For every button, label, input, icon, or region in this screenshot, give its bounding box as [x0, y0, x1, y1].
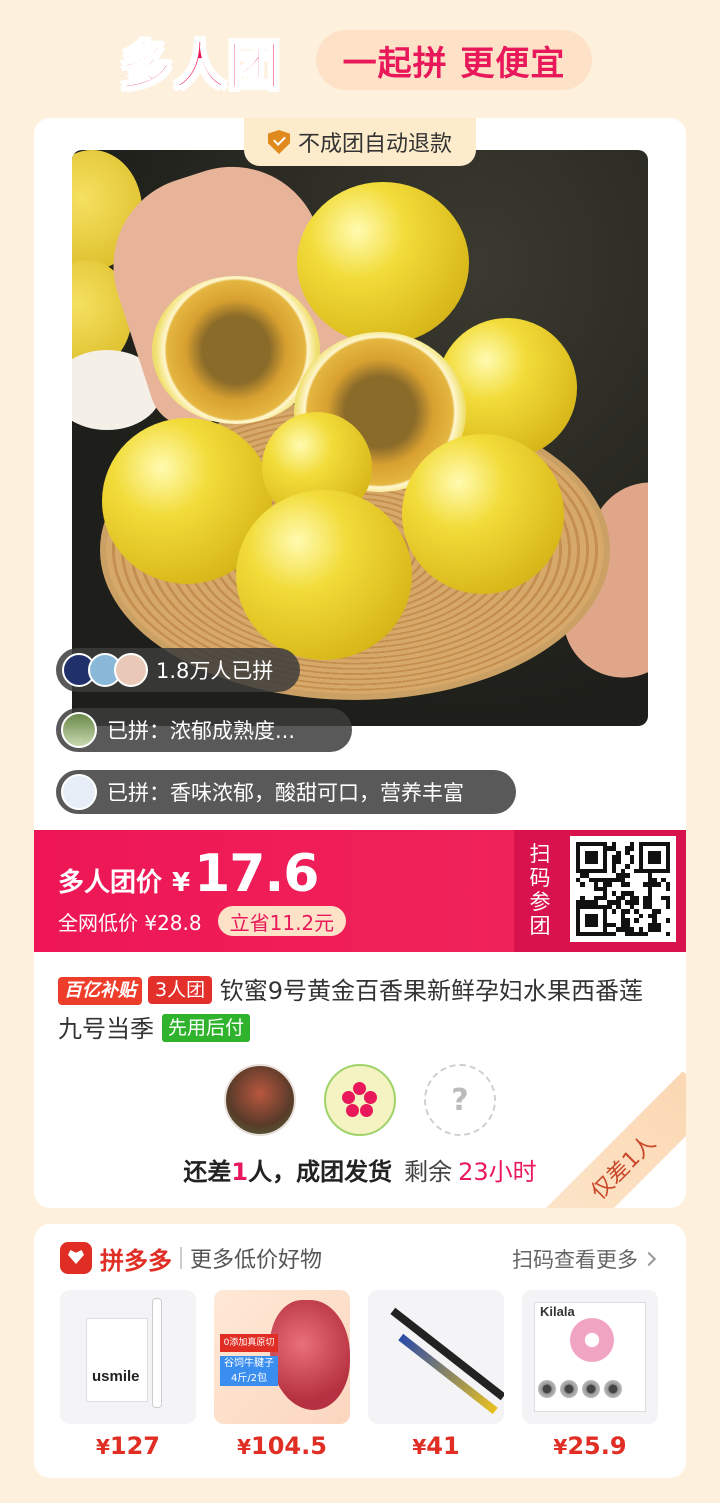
lens-decoration: [570, 1318, 614, 1362]
joined-count-badge: 1.8万人已拼: [56, 648, 300, 692]
avatar: [114, 653, 148, 687]
price-banner: 多人团价 ¥ 17.6 全网低价 ¥28.8 立省11.2元 扫码参团: [34, 830, 686, 952]
shield-check-icon: [267, 130, 290, 154]
passion-fruit: [236, 490, 412, 660]
review-text: 已拼：浓郁成熟度...: [107, 719, 296, 743]
remaining-label: 剩余: [404, 1158, 453, 1186]
avatar: [61, 774, 97, 810]
savings-pill: 立省11.2元: [217, 906, 347, 936]
question-mark-icon: ?: [451, 1082, 469, 1118]
currency-symbol: ¥: [172, 868, 191, 898]
remaining-time: 23小时: [458, 1158, 537, 1186]
pay-later-tag: 先用后付: [162, 1014, 251, 1042]
reference-price: 全网低价 ¥28.8: [58, 910, 202, 935]
scan-label: 扫码参团: [529, 842, 551, 938]
passion-fruit: [297, 182, 469, 344]
lens-decoration: [538, 1380, 556, 1398]
review-badge: 已拼：香味浓郁，酸甜可口，营养丰富: [56, 770, 516, 814]
refund-guarantee-tag: 不成团自动退款: [244, 118, 476, 166]
product-image[interactable]: [72, 150, 648, 726]
qr-code-pattern: [576, 842, 670, 936]
lens-decoration: [560, 1380, 578, 1398]
goods-price: ¥104.5: [237, 1432, 327, 1460]
group-size-tag: 3人团: [148, 976, 213, 1004]
duoren-tuan-logo: 多人团: [119, 36, 283, 98]
goods-item[interactable]: 0添加真原切 谷饲牛腱子 4斤/2包: [214, 1290, 350, 1424]
status-prefix: 还差: [183, 1158, 232, 1186]
subsidy-tag: 百亿补贴: [58, 977, 142, 1005]
scan-more-label: 扫码查看更多: [512, 1248, 638, 1272]
review-text: 已拼：香味浓郁，酸甜可口，营养丰富: [107, 781, 464, 805]
brand-name: 拼多多: [100, 1246, 172, 1275]
product-title-text: 钦蜜9号黄金百香果新鲜孕妇水果西番莲九号当季: [58, 977, 644, 1043]
avatar-stack: [62, 653, 148, 687]
member-avatar: [224, 1064, 296, 1136]
scan-to-join[interactable]: 扫码参团: [514, 830, 686, 952]
group-price-label: 多人团价: [58, 868, 163, 898]
member-avatar: [324, 1064, 396, 1136]
reference-price-row: 全网低价 ¥28.8 立省11.2元: [58, 906, 347, 936]
wiper-decoration: [390, 1307, 504, 1401]
goods-image-text: Kilala: [540, 1304, 575, 1319]
chevron-right-icon: [641, 1251, 657, 1267]
group-price: 多人团价 ¥ 17.6: [58, 844, 319, 904]
divider: [180, 1247, 182, 1269]
slogan-pill: 一起拼 更便宜: [316, 30, 592, 90]
group-buy-card: 不成团自动退款 1.8万人已拼 已拼：浓郁成熟度... 已拼：香味浓郁，酸甜可口…: [34, 118, 686, 1208]
goods-price: ¥25.9: [553, 1432, 627, 1460]
empty-member-slot[interactable]: ?: [424, 1064, 496, 1136]
goods-price: ¥41: [412, 1432, 460, 1460]
qr-code[interactable]: [570, 836, 676, 942]
goods-image-text: 谷饲牛腱子 4斤/2包: [220, 1356, 278, 1386]
product-title[interactable]: 百亿补贴 3人团 钦蜜9号黄金百香果新鲜孕妇水果西番莲九号当季 先用后付: [58, 972, 662, 1048]
group-price-amount: 17.6: [194, 844, 319, 904]
flower-icon: [342, 1082, 378, 1118]
avatar: [61, 712, 97, 748]
corner-ribbon: 仅差1人: [527, 1071, 686, 1208]
goods-item[interactable]: usmile: [60, 1290, 196, 1424]
recommendation-card: 拼多多 更多低价好物 扫码查看更多 usmile ¥127 0添加真原切 谷饲牛…: [34, 1224, 686, 1478]
toothbrush-decoration: [152, 1298, 162, 1408]
status-suffix: 人，成团发货: [248, 1158, 393, 1186]
lens-decoration: [604, 1380, 622, 1398]
review-badge: 已拼：浓郁成熟度...: [56, 708, 352, 752]
lens-decoration: [582, 1380, 600, 1398]
goods-item[interactable]: Kilala: [522, 1290, 658, 1424]
missing-count: 1: [231, 1158, 249, 1186]
refund-guarantee-label: 不成团自动退款: [297, 132, 452, 157]
goods-image-text: usmile: [92, 1368, 140, 1385]
wiper-decoration: [398, 1333, 498, 1415]
goods-image-text: 0添加真原切: [220, 1334, 278, 1352]
goods-price: ¥127: [95, 1432, 161, 1460]
passion-fruit: [402, 434, 564, 594]
brand-row: 拼多多 更多低价好物: [60, 1238, 322, 1278]
scan-more-link[interactable]: 扫码查看更多: [512, 1244, 657, 1274]
joined-count-text: 1.8万人已拼: [156, 659, 274, 683]
pinduoduo-logo-icon: [60, 1242, 92, 1274]
toothbrush-box: [86, 1318, 148, 1402]
brand-subtitle: 更多低价好物: [190, 1248, 323, 1273]
goods-item[interactable]: [368, 1290, 504, 1424]
